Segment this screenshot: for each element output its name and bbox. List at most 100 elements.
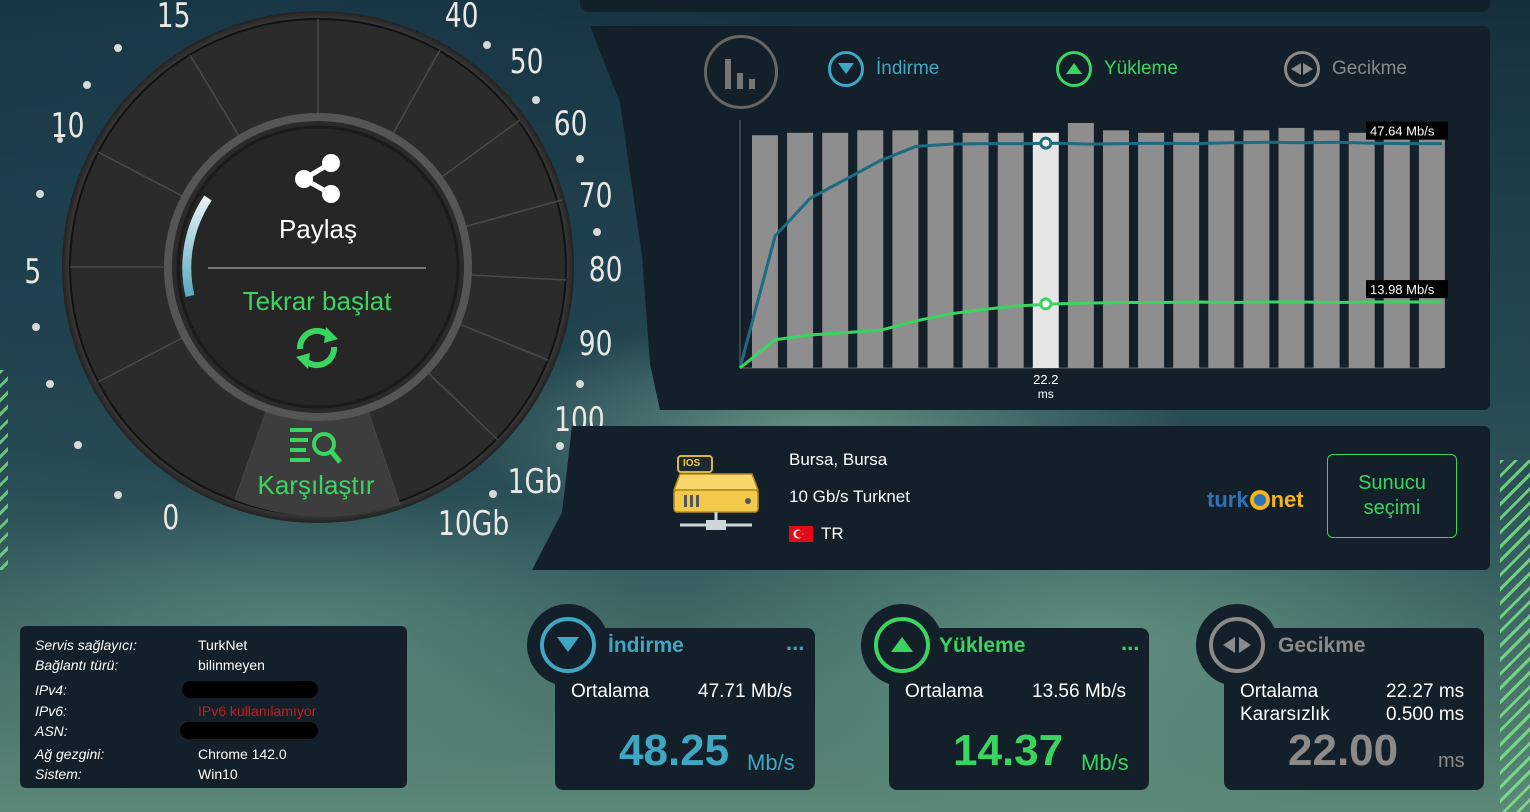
server-badge: IOS xyxy=(683,458,701,469)
chart-highlight-unit: ms xyxy=(1038,387,1054,401)
restart-button[interactable]: Tekrar başlat xyxy=(210,286,424,382)
chart-bar-19 xyxy=(1418,132,1445,368)
turknet-logo: turk net xyxy=(1207,487,1304,513)
download-avg-value: 47.71 Mb/s xyxy=(698,681,792,702)
chart-bar-5 xyxy=(927,130,954,368)
server-name: 10 Gb/s Turknet xyxy=(789,487,910,506)
compare-search-icon xyxy=(290,428,342,464)
latency-ring xyxy=(1196,604,1278,686)
chart-bar-11 xyxy=(1138,132,1165,368)
download-speed-unit: Mb/s xyxy=(747,750,795,775)
gauge-tick-5: 5 xyxy=(24,252,42,292)
server-country: TR xyxy=(789,524,844,544)
gauge-tick-60: 60 xyxy=(553,104,588,144)
chart-bar-4 xyxy=(892,130,919,368)
gauge-tick-10gb: 10Gb xyxy=(438,504,510,544)
upload-card-title: Yükleme xyxy=(939,634,1026,657)
share-icon xyxy=(295,154,340,203)
chart-bar-16 xyxy=(1313,130,1340,368)
chart-bar-14 xyxy=(1243,130,1270,368)
logo-globe-icon xyxy=(1249,490,1270,510)
latency-card-title: Gecikme xyxy=(1278,634,1366,657)
download-ring xyxy=(527,604,609,686)
ipv4-redaction xyxy=(182,681,318,698)
bar-chart-icon xyxy=(725,59,755,89)
info-value-browser: Chrome 142.0 xyxy=(198,746,287,762)
restart-label: Tekrar başlat xyxy=(242,286,392,316)
gauge-tick-70: 70 xyxy=(578,176,613,216)
gauge-tick-90: 90 xyxy=(578,324,613,364)
tab-download-label: İndirme xyxy=(876,58,940,79)
server-select-line1: Sunucu xyxy=(1358,472,1426,494)
compare-button[interactable]: Karşılaştır xyxy=(236,424,396,508)
upload-speed-unit: Mb/s xyxy=(1081,750,1129,775)
server-select-line2: seçimi xyxy=(1363,497,1421,519)
info-key-connection: Bağlantı türü: xyxy=(35,657,119,673)
chart-bar-17 xyxy=(1348,132,1375,368)
server-city: Bursa, Bursa xyxy=(789,450,888,469)
chart-series-marker-0 xyxy=(1039,136,1053,150)
server-select-button[interactable]: Sunucu seçimi xyxy=(1327,454,1457,538)
logo-part-a: turk xyxy=(1207,487,1249,512)
latency-unit: ms xyxy=(1438,750,1465,772)
upload-more-button[interactable]: ... xyxy=(1121,630,1139,656)
gauge-tick-1gb: 1Gb xyxy=(507,462,562,502)
chart-bar-1 xyxy=(787,132,814,368)
gauge-tick-50: 50 xyxy=(509,42,544,82)
connection-info-panel: Servis sağlayıcı: TurkNet Bağlantı türü:… xyxy=(20,626,407,788)
download-arrow-icon xyxy=(828,51,864,87)
logo-part-b: net xyxy=(1270,487,1304,512)
latency-avg-value: 22.27 ms xyxy=(1386,681,1465,702)
upload-arrow-icon xyxy=(874,617,930,673)
chart-toggle-button[interactable] xyxy=(704,35,778,109)
download-avg-label: Ortalama xyxy=(571,681,650,702)
chart-series-marker-1 xyxy=(1039,297,1053,311)
chart-bar-12 xyxy=(1173,132,1200,368)
tab-download[interactable]: İndirme xyxy=(828,51,939,87)
upload-avg-value: 13.56 Mb/s xyxy=(1032,681,1126,702)
chart-highlight-value: 22.2 xyxy=(1033,372,1058,387)
jitter-label: Kararsızlık xyxy=(1240,704,1330,725)
latency-value: 22.00 xyxy=(1288,726,1399,775)
info-value-isp: TurkNet xyxy=(198,637,248,653)
jitter-value: 0.500 ms xyxy=(1386,704,1465,725)
tab-upload[interactable]: Yükleme xyxy=(1056,51,1178,87)
info-value-ipv6: IPv6 kullanılamıyor xyxy=(198,703,317,719)
chart-bar-7 xyxy=(997,132,1024,368)
chart-bar-18 xyxy=(1383,132,1410,368)
chart-end-label-0: 47.64 Mb/s xyxy=(1370,124,1435,139)
info-key-ipv6: IPv6: xyxy=(35,703,67,719)
gauge-tick-10: 10 xyxy=(50,106,85,146)
gauge-tick-80: 80 xyxy=(588,250,623,290)
chart-bar-8 xyxy=(1032,132,1059,368)
share-label: Paylaş xyxy=(278,214,358,244)
chart-bar-9 xyxy=(1067,123,1094,368)
info-key-ipv4: IPv4: xyxy=(35,682,67,698)
server-country-code: TR xyxy=(821,524,844,543)
upload-ring xyxy=(861,604,943,686)
upload-speed-value: 14.37 xyxy=(953,726,1064,775)
share-button[interactable]: Paylaş xyxy=(240,152,396,252)
info-key-isp: Servis sağlayıcı: xyxy=(35,637,137,653)
chart-bar-0 xyxy=(752,135,778,368)
chart-bar-10 xyxy=(1103,130,1129,368)
chart-end-label-1: 13.98 Mb/s xyxy=(1370,282,1435,297)
download-speed-value: 48.25 xyxy=(619,726,730,775)
tab-latency[interactable]: Gecikme xyxy=(1284,51,1407,87)
asn-redaction xyxy=(180,722,318,739)
compare-label: Karşılaştır xyxy=(257,470,375,500)
download-card-title: İndirme xyxy=(608,634,684,657)
info-value-system: Win10 xyxy=(198,766,238,782)
speed-chart: 47.64 Mb/s 13.98 Mb/s 22.2ms xyxy=(738,120,1448,401)
gauge-tick-40: 40 xyxy=(444,0,479,36)
tab-upload-label: Yükleme xyxy=(1104,58,1178,79)
upload-avg-label: Ortalama xyxy=(905,681,984,702)
info-value-connection: bilinmeyen xyxy=(198,657,265,673)
gauge-tick-15: 15 xyxy=(156,0,191,36)
info-key-browser: Ağ gezgini: xyxy=(35,746,105,762)
turkey-flag-icon xyxy=(789,526,813,542)
chart-bar-6 xyxy=(962,132,989,368)
chart-bar-13 xyxy=(1208,130,1235,368)
latency-avg-label: Ortalama xyxy=(1240,681,1319,702)
download-more-button[interactable]: ... xyxy=(786,630,804,656)
